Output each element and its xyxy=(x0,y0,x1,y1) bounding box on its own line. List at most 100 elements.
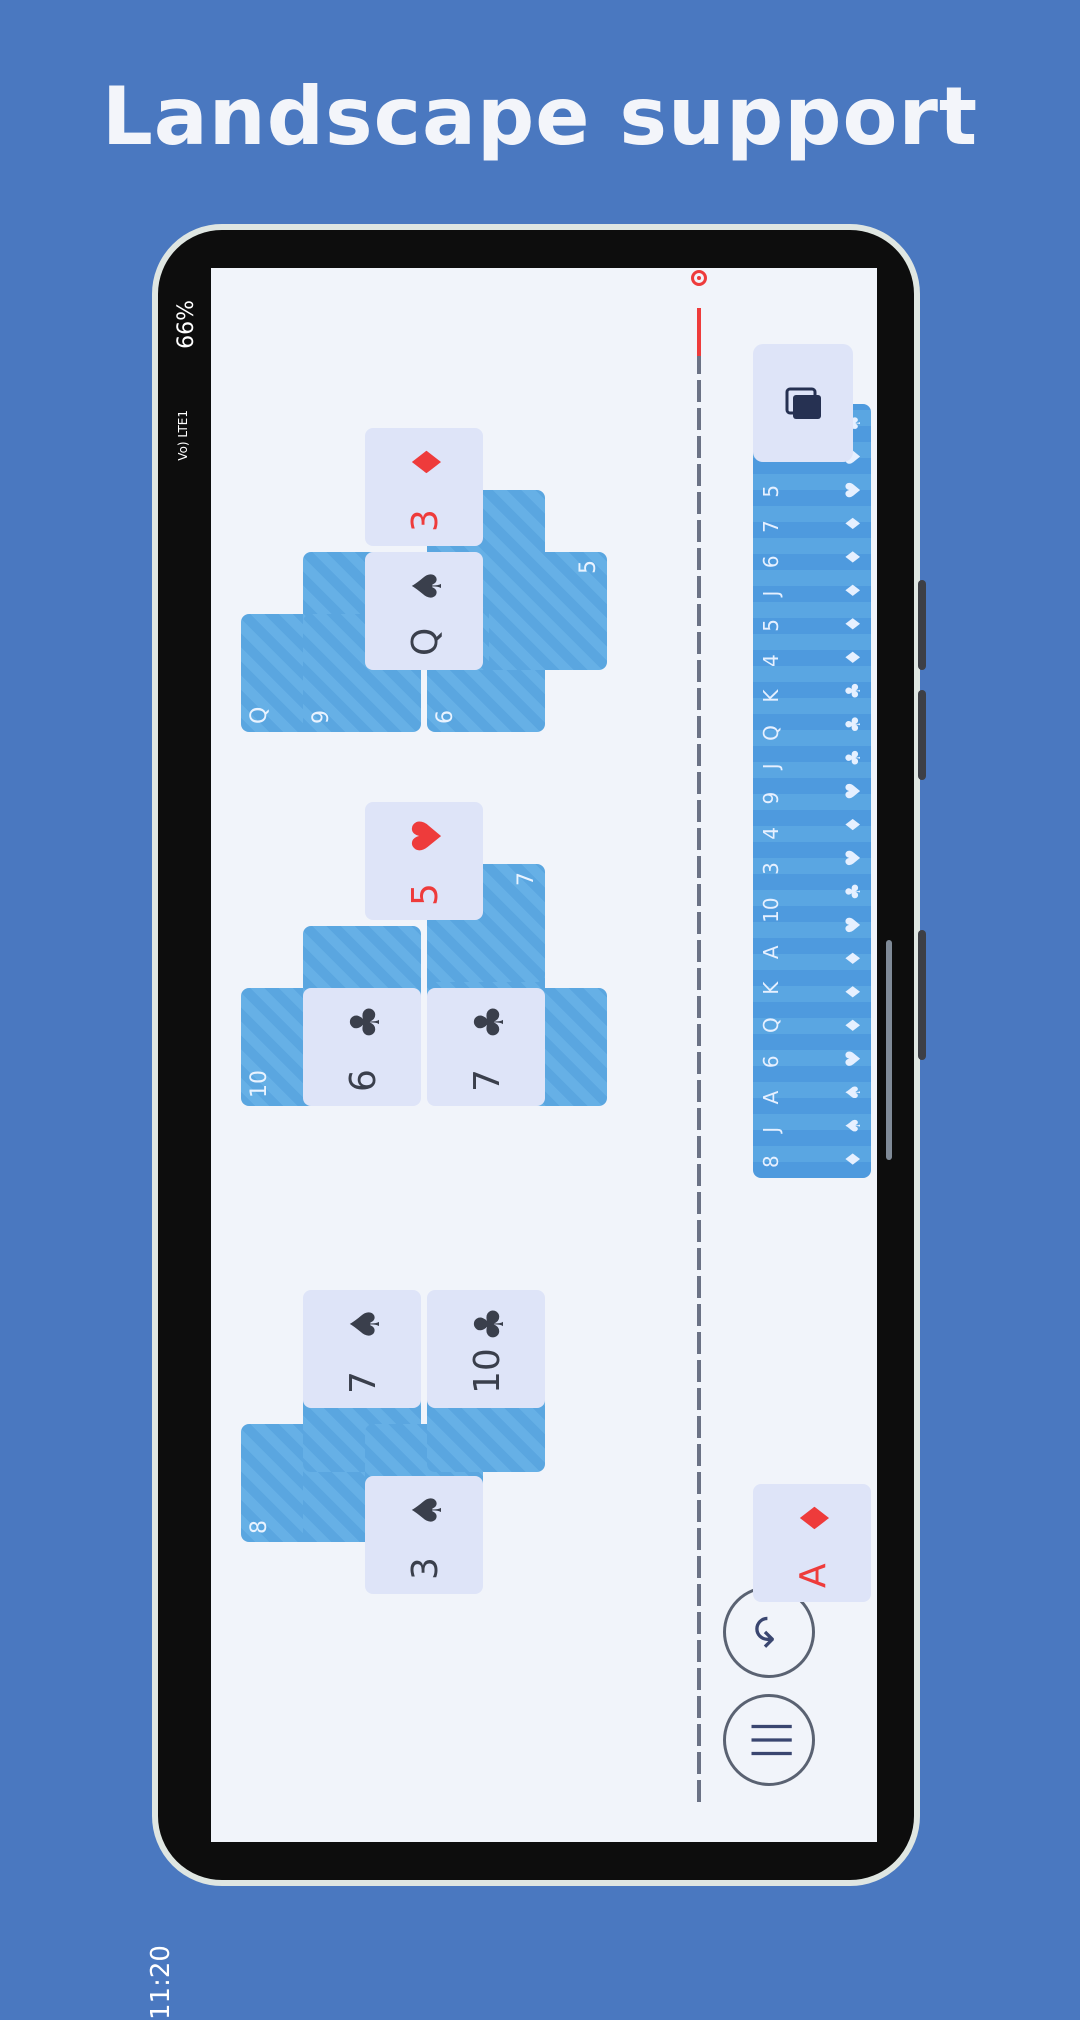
card-rank: 6 xyxy=(343,1069,384,1092)
undo-icon: ↶ xyxy=(746,1615,792,1649)
card-face[interactable]: 6 ♣ xyxy=(303,988,421,1106)
status-battery: 66% xyxy=(174,300,199,349)
progress-marker xyxy=(697,308,701,356)
stock-suit-icon: ♣ xyxy=(841,882,865,901)
card-rank: 3 xyxy=(405,509,446,532)
menu-icon: ||| xyxy=(746,1719,792,1761)
card-back-rank: 6 xyxy=(433,710,458,724)
stock-suit-icon: ♠ xyxy=(841,1083,865,1102)
progress-dash xyxy=(697,744,701,766)
card-face[interactable]: 7 ♣ xyxy=(427,988,545,1106)
card-back-rank: Q xyxy=(247,706,272,724)
club-icon: ♣ xyxy=(467,1004,513,1040)
card-face[interactable]: 5 ♥ xyxy=(365,802,483,920)
card-face[interactable]: 3 ♦ xyxy=(365,428,483,546)
card-back: 5 xyxy=(489,552,607,670)
deck-button[interactable] xyxy=(753,344,853,462)
progress-dash xyxy=(697,1528,701,1550)
card-face[interactable]: 7 ♠ xyxy=(303,1290,421,1408)
progress-dash xyxy=(697,1052,701,1074)
stock-pile[interactable]: 8JA6QKA10349JQK45J675K8 ♦♠♠♥♦♦♦♥♣♥♦♥♣♣♣♦… xyxy=(753,404,871,1178)
stock-suit-icon: ♣ xyxy=(841,748,865,767)
progress-dash xyxy=(697,632,701,654)
progress-dash xyxy=(697,1724,701,1746)
card-face[interactable]: 3 ♠ xyxy=(365,1476,483,1594)
volume-down-button xyxy=(918,690,926,780)
card-rank: Q xyxy=(405,627,446,656)
stock-suit-icon: ♦ xyxy=(841,1016,865,1035)
game-screen: ||| ↶ A ♦ 8JA6QKA10349JQK45J675K8 ♦♠♠♥♦♦… xyxy=(211,268,877,1842)
progress-dash xyxy=(697,1696,701,1718)
stock-suit-icon: ♣ xyxy=(841,715,865,734)
stock-rank: J xyxy=(759,763,783,770)
progress-dash xyxy=(697,1360,701,1382)
stock-suit-icon: ♠ xyxy=(841,1116,865,1135)
stock-rank: A xyxy=(759,945,783,960)
menu-button[interactable]: ||| xyxy=(723,1694,815,1786)
headline: Landscape support xyxy=(101,70,979,163)
target-dot-icon xyxy=(691,270,707,286)
progress-dash xyxy=(697,828,701,850)
stock-suit-icon: ♦ xyxy=(841,982,865,1001)
progress-dash xyxy=(697,436,701,458)
card-back-rank: 7 xyxy=(514,872,539,886)
stock-suit-icon: ♣ xyxy=(841,681,865,700)
progress-dash xyxy=(697,1612,701,1634)
diamond-icon: ♦ xyxy=(405,444,451,480)
card-face[interactable]: Q ♠ xyxy=(365,552,483,670)
progress-dash xyxy=(697,968,701,990)
landscape-board: ||| ↶ A ♦ 8JA6QKA10349JQK45J675K8 ♦♠♠♥♦♦… xyxy=(211,268,877,1842)
progress-dash xyxy=(697,800,701,822)
stock-rank: 4 xyxy=(759,826,783,840)
stock-rank: 6 xyxy=(759,555,783,569)
progress-dash xyxy=(697,996,701,1018)
progress-dash xyxy=(697,1472,701,1494)
progress-dash xyxy=(697,660,701,682)
stock-rank: 9 xyxy=(759,791,783,805)
stock-suit-icon: ♦ xyxy=(841,815,865,834)
card-back-rank: 5 xyxy=(576,560,601,574)
status-network: Vo) LTE1 xyxy=(176,410,190,461)
foundation-card[interactable]: A ♦ xyxy=(753,1484,871,1602)
stock-rank: 7 xyxy=(759,520,783,533)
spade-icon: ♠ xyxy=(405,568,451,604)
progress-dash xyxy=(697,1416,701,1438)
card-rank: 10 xyxy=(467,1348,508,1394)
card-rank: 7 xyxy=(467,1069,508,1092)
progress-dash xyxy=(697,1584,701,1606)
progress-dash xyxy=(697,716,701,738)
progress-dash xyxy=(697,884,701,906)
stock-rank: 3 xyxy=(759,862,783,875)
stock-suit-icon: ♥ xyxy=(841,481,865,499)
progress-dash xyxy=(697,1276,701,1298)
progress-dash xyxy=(697,1024,701,1046)
diamond-icon: ♦ xyxy=(793,1500,839,1536)
stock-suit-icon: ♥ xyxy=(841,848,865,867)
stock-rank: J xyxy=(759,1126,783,1133)
progress-dash xyxy=(697,1668,701,1690)
stock-suit-icon: ♦ xyxy=(841,581,865,600)
progress-dash xyxy=(697,1248,701,1270)
card-back-rank: 8 xyxy=(247,1520,272,1534)
progress-dash xyxy=(697,1556,701,1578)
progress-dash xyxy=(697,1136,701,1158)
heart-icon: ♥ xyxy=(405,818,451,854)
stock-rank: 5 xyxy=(759,618,783,632)
progress-dash xyxy=(697,1752,701,1774)
progress-dash xyxy=(697,1304,701,1326)
progress-dash xyxy=(697,1780,701,1802)
stock-suit-icon: ♦ xyxy=(841,514,865,533)
stock-suits: ♦ ♠ ♠ ♥ ♦ ♦ ♦ ♥ ♣ ♥ ♦ ♥ ♣ ♣ ♣ ♦ ♦ ♦ ♦ ♦ ♥ ♥ ♠ xyxy=(841,414,865,1168)
spade-icon: ♠ xyxy=(343,1306,389,1342)
power-button xyxy=(918,930,926,1060)
navigation-handle[interactable] xyxy=(886,940,892,1160)
progress-dash xyxy=(697,940,701,962)
card-face[interactable]: 10 ♣ xyxy=(427,1290,545,1408)
club-icon: ♣ xyxy=(343,1004,389,1040)
progress-dash xyxy=(697,912,701,934)
card-rank: A xyxy=(793,1563,834,1588)
club-icon: ♣ xyxy=(467,1306,513,1342)
stock-rank: K xyxy=(759,689,783,703)
stock-suit-icon: ♦ xyxy=(841,949,865,968)
card-back-rank: 10 xyxy=(247,1070,272,1098)
